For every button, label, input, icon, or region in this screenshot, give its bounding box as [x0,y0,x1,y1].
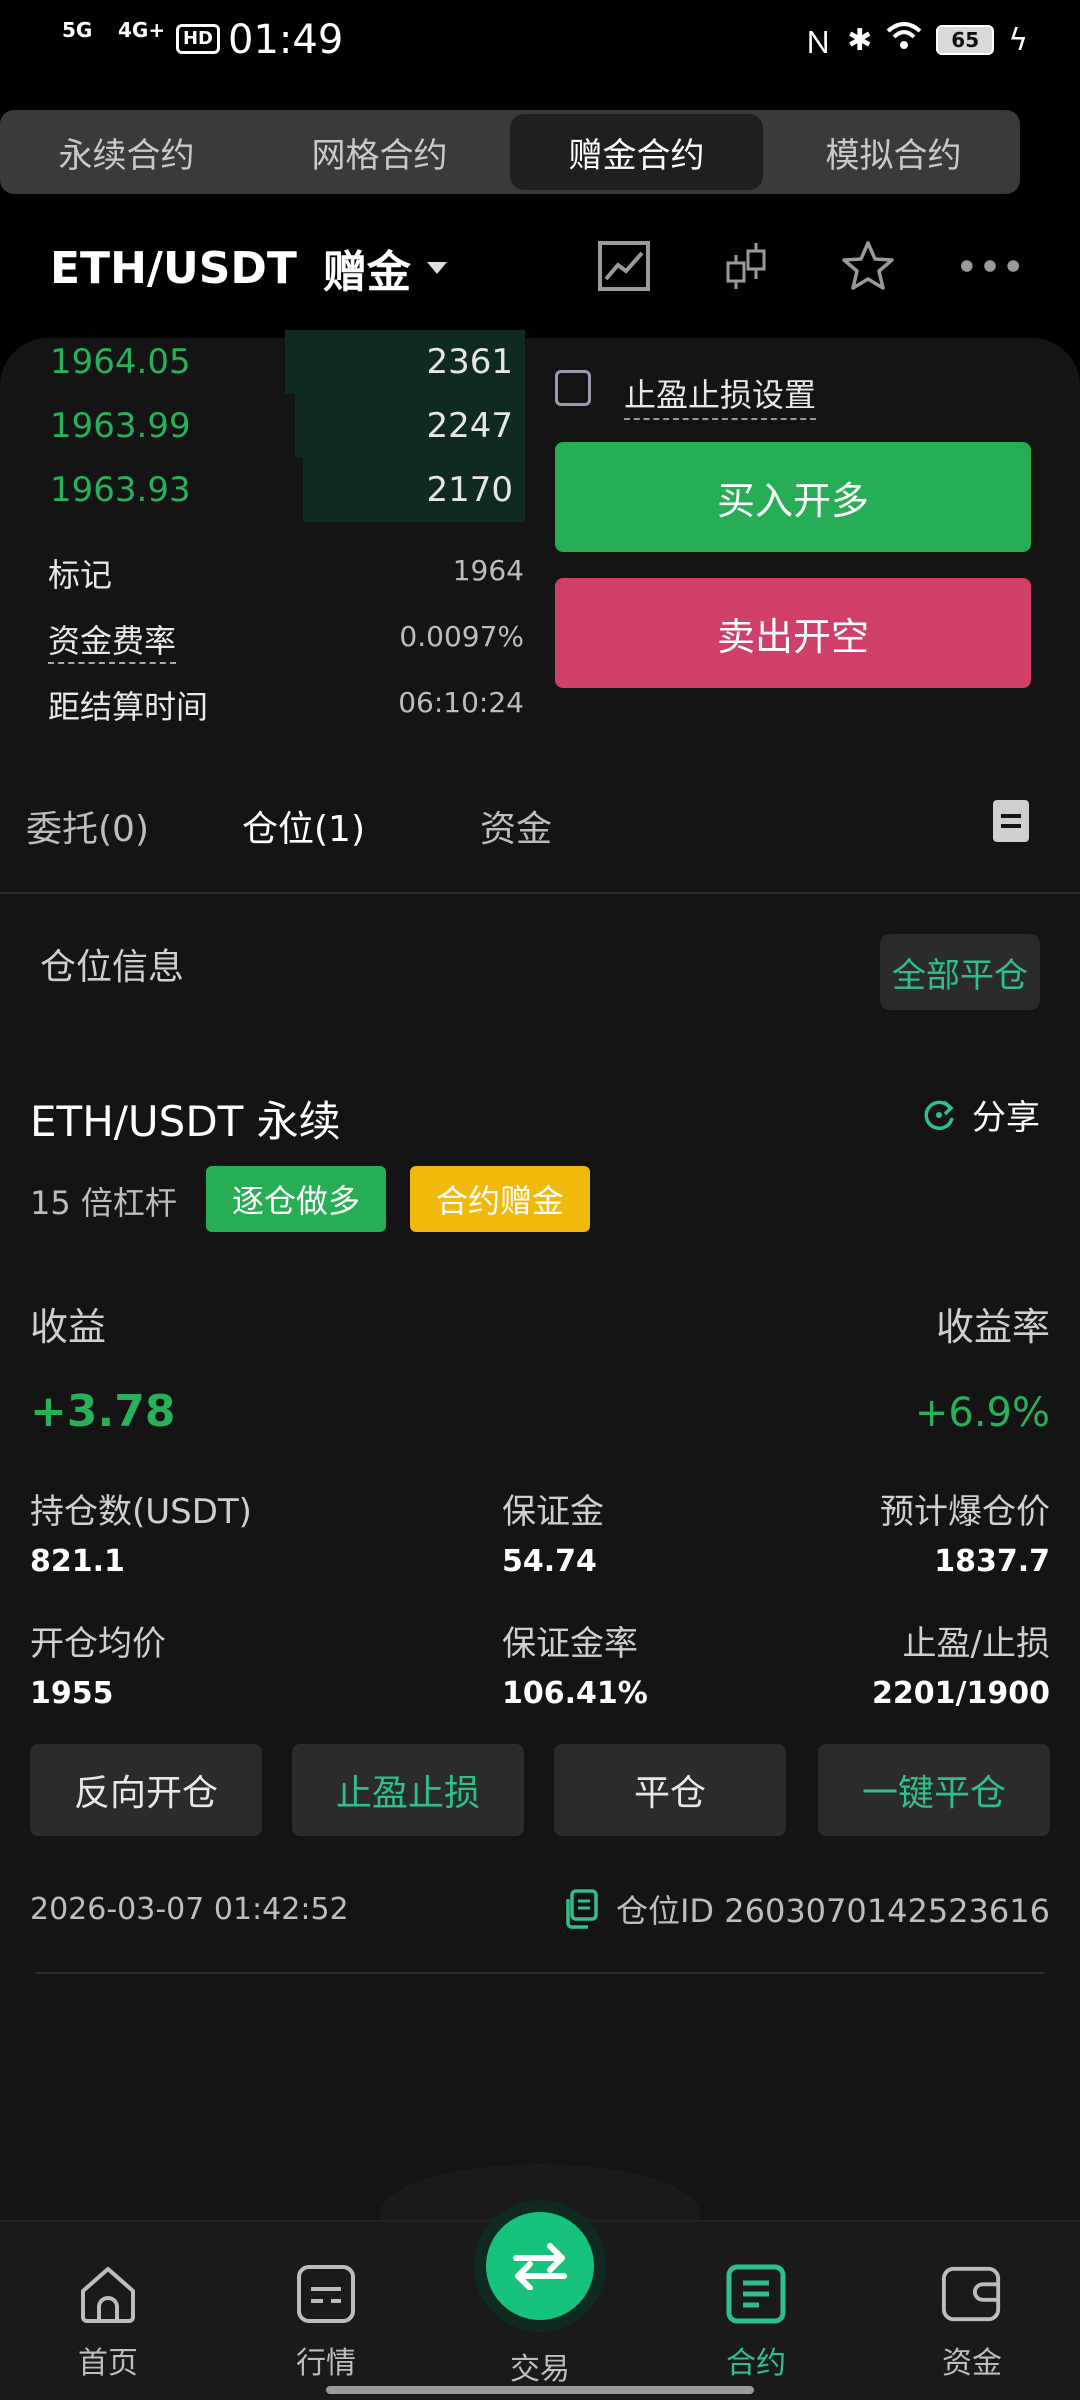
battery-icon: 65 [936,25,995,55]
tp-sl-label[interactable]: 止盈止损设置 [624,370,817,420]
nav-assets[interactable]: 资金 [902,2262,1042,2382]
clock: 01:49 [228,17,344,63]
bid-price: 1963.99 [50,406,191,446]
tab-grid[interactable]: 网格合约 [253,110,506,194]
trade-button[interactable] [486,2212,594,2320]
nav-home[interactable]: 首页 [38,2262,178,2382]
status-icons: Ｎ ✱ 65 ϟ [803,18,1028,62]
position-info-title: 仓位信息 [40,947,185,988]
list-icon[interactable] [993,800,1029,842]
bid-qty: 2170 [426,470,513,510]
nav-home-label: 首页 [78,2346,138,2381]
tab-perpetual[interactable]: 永续合约 [0,110,253,194]
size-label: 持仓数(USDT) [30,1492,252,1532]
open-time: 2026-03-07 01:42:52 [30,1892,349,1927]
margin-value: 54.74 [502,1544,597,1579]
signal-5g-icon: 5G [62,18,93,42]
tab-positions[interactable]: 仓位(1) [242,800,365,852]
close-position-button[interactable]: 平仓 [554,1744,786,1836]
funding-rate-value: 0.0097% [399,620,524,653]
copy-icon [566,1889,598,1929]
charging-icon: ϟ [1008,22,1028,58]
entry-price-value: 1955 [30,1676,114,1711]
tab-orders[interactable]: 委托(0) [26,800,149,852]
nav-market[interactable]: 行情 [256,2262,396,2382]
close-all-button[interactable]: 全部平仓 [880,934,1040,1010]
pnl-rate-label: 收益率 [935,1305,1050,1349]
bid-price: 1964.05 [50,342,191,382]
funding-rate-label[interactable]: 资金费率 [48,616,177,664]
margin-rate-value: 106.41% [502,1676,648,1711]
nav-contract[interactable]: 合约 [686,2262,826,2382]
order-book-row[interactable]: 1963.93 2170 [0,458,525,522]
position-name: ETH/USDT 永续 [30,1097,341,1146]
margin-rate-label: 保证金率 [502,1624,638,1664]
tab-bonus[interactable]: 赠金合约 [510,114,763,190]
settle-time-label: 距结算时间 [48,688,209,726]
order-book-row[interactable]: 1963.99 2247 [0,394,525,458]
nav-market-label: 行情 [296,2346,356,2381]
liq-price-label: 预计爆仓价 [880,1492,1050,1532]
share-button[interactable]: 分享 [920,1090,1040,1139]
divider [36,1972,1044,1974]
nav-contract-label: 合约 [726,2346,786,2381]
wallet-icon [940,2262,1004,2326]
entry-price-label: 开仓均价 [30,1624,166,1664]
share-label: 分享 [972,1098,1040,1138]
tp-sl-checkbox[interactable] [555,370,591,406]
bluetooth-icon: ✱ [847,22,873,58]
swap-icon [513,2243,567,2290]
chart-icon[interactable] [594,236,654,296]
position-id-text: 仓位ID 2603070142523616 [615,1892,1050,1930]
nav-assets-label: 资金 [942,2346,1002,2381]
position-id[interactable]: 仓位ID 2603070142523616 [564,1886,1050,1932]
nfc-icon: Ｎ [803,26,834,61]
mark-label: 标记 [48,556,113,594]
pair-type: 赠金 [322,247,411,298]
tp-sl-button[interactable]: 止盈止损 [292,1744,524,1836]
buy-long-button[interactable]: 买入开多 [555,442,1031,552]
market-icon [294,2262,358,2326]
chevron-down-icon [426,262,447,274]
sell-short-button[interactable]: 卖出开空 [555,578,1031,688]
order-book-row[interactable]: 1964.05 2361 [0,330,525,394]
tab-demo[interactable]: 模拟合约 [767,110,1020,194]
bid-qty: 2361 [426,342,513,382]
star-icon[interactable] [838,236,898,296]
status-bar: 5G 4G+ HD 01:49 Ｎ ✱ 65 ϟ [0,0,1080,80]
pnl-value: +3.78 [30,1386,176,1437]
reverse-position-button[interactable]: 反向开仓 [30,1744,262,1836]
leverage-label: 15 倍杠杆 [30,1184,177,1222]
home-indicator[interactable] [326,2386,754,2394]
pair-selector[interactable]: ETH/USDT 赠金 [50,236,447,300]
pnl-label: 收益 [30,1305,107,1349]
bid-qty: 2247 [426,406,513,446]
divider [0,892,1080,894]
margin-label: 保证金 [502,1492,604,1532]
hd-icon: HD [176,24,220,54]
wifi-icon [886,21,922,59]
bonus-badge: 合约赠金 [410,1166,590,1232]
tp-sl-price-label: 止盈/止损 [902,1624,1050,1664]
quick-close-button[interactable]: 一键平仓 [818,1744,1050,1836]
candlestick-icon[interactable] [716,236,776,296]
contract-icon [724,2262,788,2326]
signal-4g-icon: 4G+ [118,18,166,42]
more-icon[interactable] [960,236,1020,296]
margin-mode-badge: 逐仓做多 [206,1166,386,1232]
settle-time-value: 06:10:24 [398,686,524,719]
home-icon [76,2262,140,2326]
bid-price: 1963.93 [50,470,191,510]
tab-funds[interactable]: 资金 [480,800,552,852]
nav-trade-label[interactable]: 交易 [480,2344,600,2388]
tp-sl-price-value: 2201/1900 [872,1676,1050,1711]
size-value: 821.1 [30,1544,125,1579]
pair-symbol: ETH/USDT [50,242,297,294]
share-icon [924,1100,954,1130]
header-actions [594,236,1020,296]
pnl-rate-value: +6.9% [914,1390,1050,1436]
contract-type-tabs: 永续合约 网格合约 赠金合约 模拟合约 [0,110,1020,194]
liq-price-value: 1837.7 [934,1544,1050,1579]
mark-value: 1964 [452,554,524,587]
